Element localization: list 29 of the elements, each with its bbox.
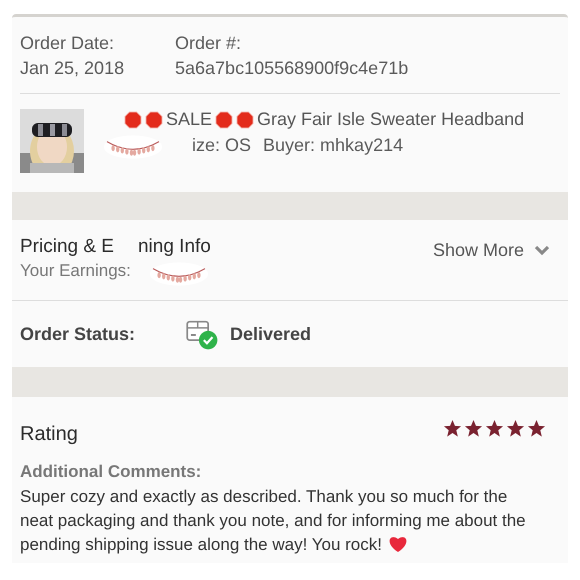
star-icon: [464, 419, 483, 438]
order-number-label: Order #:: [175, 33, 242, 54]
star-icon: [485, 419, 504, 438]
item-buyer: Buyer: mhkay214: [263, 135, 404, 156]
comments-label: Additional Comments:: [20, 462, 202, 482]
section-title: Pricing & E: [20, 236, 114, 258]
order-number: 5a6a7bc105568900f9c4e71b: [175, 58, 408, 79]
status-label: Order Status:: [20, 324, 136, 344]
stop-sign-icon: [145, 110, 163, 128]
section-title: ning Info: [138, 236, 211, 258]
star-icon: [443, 419, 462, 438]
item-size: ize: OS: [192, 135, 252, 156]
star-icon: [527, 419, 546, 438]
order-date: Jan 25, 2018: [20, 58, 126, 79]
stop-sign-icon: [124, 110, 142, 128]
stop-sign-icon: [215, 110, 234, 128]
chevron-down-icon: [534, 244, 550, 256]
status-value: Delivered: [230, 324, 312, 344]
heart-icon: [388, 535, 408, 553]
stop-sign-icon: [236, 110, 254, 128]
order-date-label: Order Date:: [20, 33, 116, 54]
show-more-button[interactable]: Show More: [430, 236, 552, 265]
comment-text: Super cozy and exactly as described. Thank you so much for the neat packaging and thank you note, and for informing me about the pending shipping issue along the way! You rock!: [20, 486, 527, 556]
earnings-label: Your Earnings:: [20, 261, 131, 281]
item-title: Gray Fair Isle Sweater Headband: [257, 109, 524, 130]
item-title: SALE: [166, 109, 212, 130]
star-icon: [506, 419, 525, 438]
delivered-box-icon: [186, 318, 218, 350]
rating-title: Rating: [20, 423, 78, 446]
